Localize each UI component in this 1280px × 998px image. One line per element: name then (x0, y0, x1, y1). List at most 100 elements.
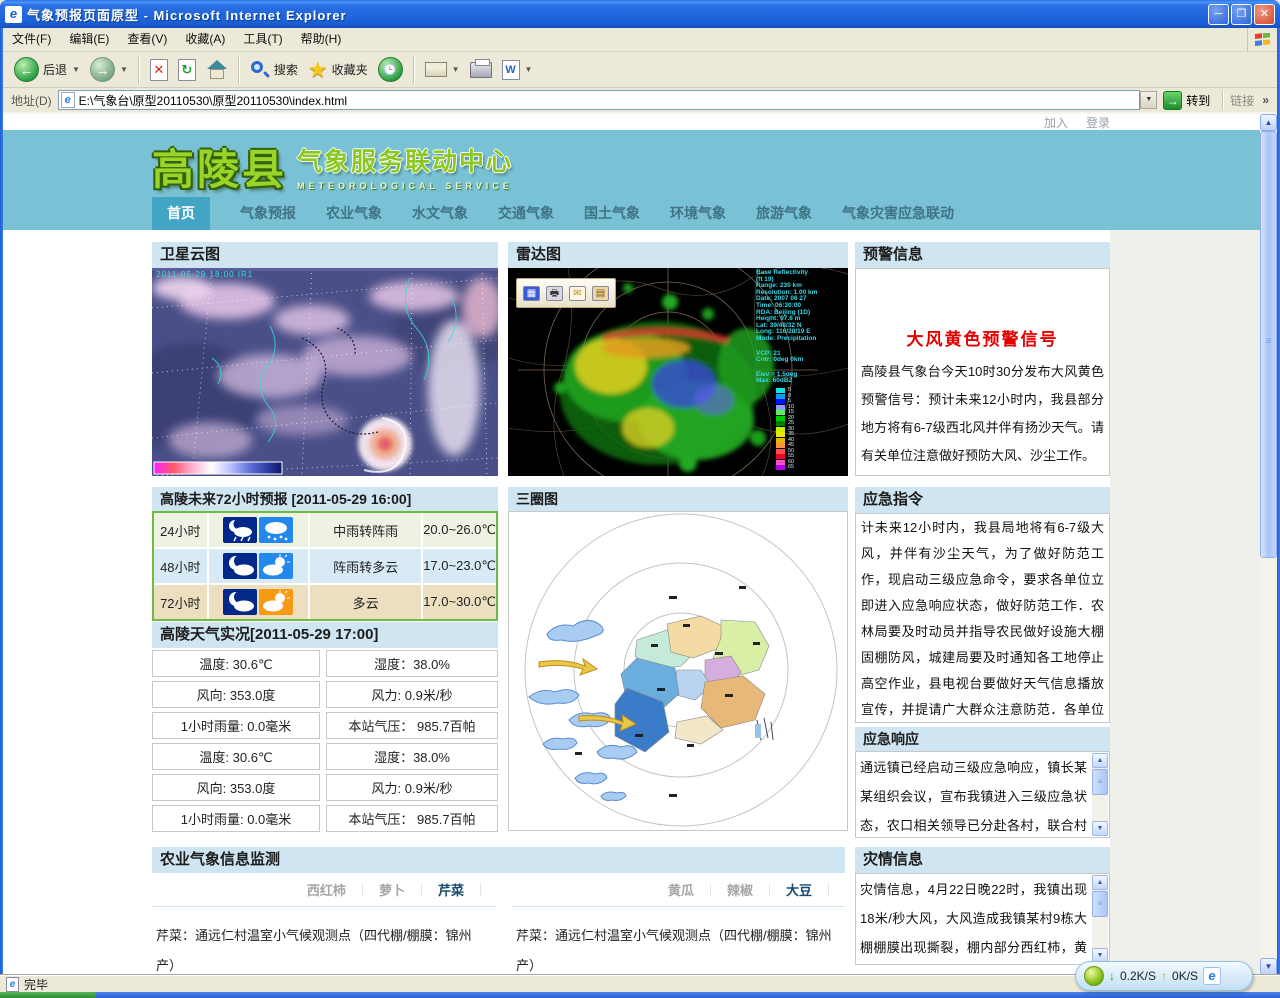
print-button[interactable] (465, 60, 497, 80)
current-weather-title: 高陵天气实况[2011-05-29 17:00] (152, 622, 498, 648)
humidity-value: 湿度：38.0% (326, 650, 498, 677)
nav-tourism[interactable]: 旅游气象 (756, 197, 812, 230)
disaster-panel: 灾情信息 灾情信息，4月22日晚22时，我镇出现18米/秒大风，大风造成我镇某村… (855, 847, 1110, 965)
radar-info-block: Base Reflectivity(ft 19) Range: 230 kmRe… (756, 270, 848, 385)
history-button[interactable]: 🕒 (373, 55, 408, 84)
tab-soybean[interactable]: 大豆 (786, 880, 812, 899)
response-scrollbar[interactable]: ▲ ▼ (1092, 753, 1108, 836)
menu-help[interactable]: 帮助(H) (292, 28, 351, 51)
minimize-button[interactable]: ─ (1208, 4, 1229, 25)
ie-app-icon: e (5, 6, 22, 23)
address-bar: 地址(D) e E:\气象台\原型20110530\原型20110530\ind… (3, 88, 1277, 114)
address-separator (1222, 90, 1224, 110)
scroll-up-icon[interactable]: ▲ (1092, 753, 1108, 768)
back-icon: ← (14, 57, 39, 82)
print-image-icon[interactable]: 🖶 (546, 286, 563, 301)
menu-view[interactable]: 查看(V) (118, 28, 176, 51)
command-text: 计未来12小时内，我县局地将有6-7级大风，并伴有沙尘天气，为了做好防范工作，现… (855, 513, 1110, 723)
forward-dropdown-icon[interactable]: ▼ (120, 65, 128, 74)
network-speed-widget[interactable]: ↓ 0.2K/S ↑ 0K/S e (1075, 961, 1253, 991)
edit-button[interactable]: W ▼ (497, 58, 538, 82)
scrollbar-thumb[interactable] (1092, 769, 1108, 795)
address-value: E:\气象台\原型20110530\原型20110530\index.html (79, 92, 1138, 109)
tab-cucumber[interactable]: 黄瓜 (668, 880, 694, 899)
scroll-up-icon[interactable]: ▲ (1092, 875, 1108, 890)
tab-pepper[interactable]: 辣椒 (727, 880, 753, 899)
window-title: 气象预报页面原型 - Microsoft Internet Explorer (27, 5, 1208, 24)
forecast-row-48h: 48小时 阵雨转多云 17.0~23.0℃ (154, 549, 496, 583)
edit-dropdown-icon[interactable]: ▼ (525, 65, 533, 74)
warning-panel: 预警信息 大风黄色预警信号 高陵县气象台今天10时30分发布大风黄色预警信号：预… (855, 242, 1110, 476)
menu-file[interactable]: 文件(F) (3, 28, 60, 51)
upload-arrow-icon: ↑ (1161, 969, 1167, 983)
taskbar[interactable] (0, 992, 1280, 998)
radar-legend: 5 0 5 10 15 20 25 30 35 40 45 50 55 60 6… (776, 388, 794, 471)
back-button[interactable]: ← 后退 ▼ (9, 55, 85, 84)
login-link[interactable]: 登录 (1086, 114, 1110, 131)
forward-icon: → (90, 57, 115, 82)
menu-tools[interactable]: 工具(T) (234, 28, 291, 51)
home-icon (206, 60, 228, 80)
scroll-down-icon[interactable]: ▼ (1260, 958, 1277, 975)
tab-radish[interactable]: 萝卜 (379, 880, 405, 899)
menu-edit[interactable]: 编辑(E) (60, 28, 118, 51)
warning-panel-title: 预警信息 (855, 242, 1110, 268)
response-text: 通远镇已经启动三级应急响应，镇长某某组织会议，宣布我镇进入三级应急状态，农口相关… (856, 752, 1109, 838)
windows-logo-icon (1247, 28, 1277, 51)
nav-weather-forecast[interactable]: 气象预报 (240, 197, 296, 230)
tab-celery[interactable]: 芹菜 (438, 880, 464, 899)
nav-disaster-linkage[interactable]: 气象灾害应急联动 (842, 197, 954, 230)
nav-environment[interactable]: 环境气象 (670, 197, 726, 230)
stop-button[interactable]: ✕ (145, 57, 173, 83)
forward-button[interactable]: → ▼ (85, 55, 133, 84)
menu-bar: 文件(F) 编辑(E) 查看(V) 收藏(A) 工具(T) 帮助(H) (3, 28, 1277, 52)
refresh-button[interactable]: ↻ (173, 57, 201, 83)
mail-button[interactable]: ▼ (420, 60, 465, 79)
warning-headline: 大风黄色预警信号 (856, 325, 1109, 350)
scrollbar-thumb[interactable] (1092, 891, 1108, 917)
join-link[interactable]: 加入 (1044, 114, 1068, 131)
download-arrow-icon: ↓ (1109, 969, 1115, 983)
address-label: 地址(D) (11, 92, 52, 109)
main-scrollbar[interactable]: ▲ ▼ (1260, 114, 1277, 975)
links-chevron-icon[interactable]: » (1262, 93, 1269, 107)
site-header: 高陵县 气象服务联动中心 METEOROLOGICAL SERVICE 首页 气… (3, 130, 1260, 230)
current-weather-grid: 温度: 30.6℃ 湿度：38.0% 风向: 353.0度 风力: 0.9米/秒… (152, 650, 498, 832)
address-dropdown-button[interactable]: ▼ (1140, 91, 1157, 109)
favorites-button[interactable]: ★ 收藏夹 (303, 58, 373, 82)
home-button[interactable] (201, 58, 233, 82)
nav-land[interactable]: 国土气象 (584, 197, 640, 230)
mail-image-icon[interactable]: ✉ (569, 286, 586, 301)
nav-agriculture[interactable]: 农业气象 (326, 197, 382, 230)
ie-shortcut-icon[interactable]: e (1203, 967, 1221, 985)
menu-favorites[interactable]: 收藏(A) (176, 28, 234, 51)
scroll-up-icon[interactable]: ▲ (1260, 114, 1277, 131)
three-circle-title: 三圈图 (508, 487, 848, 511)
links-label[interactable]: 链接 (1230, 92, 1254, 109)
save-image-icon[interactable]: ▦ (523, 286, 540, 301)
page-right-filler (1110, 230, 1260, 975)
close-button[interactable]: ✕ (1254, 4, 1275, 25)
scrollbar-thumb[interactable] (1260, 131, 1277, 558)
nav-hydrology[interactable]: 水文气象 (412, 197, 468, 230)
page-ie-icon: e (61, 92, 75, 108)
nav-home[interactable]: 首页 (152, 197, 210, 230)
restore-button[interactable]: ❐ (1231, 4, 1252, 25)
humidity-value: 湿度：38.0% (326, 743, 498, 770)
back-dropdown-icon[interactable]: ▼ (72, 65, 80, 74)
tab-tomato[interactable]: 西红柿 (307, 880, 346, 899)
agriculture-tabs: 西红柿｜ 萝卜｜ 芹菜｜ 黄瓜｜ 辣椒｜ 大豆｜ (152, 873, 845, 907)
logo-county-name: 高陵县 (152, 136, 287, 197)
start-button-edge[interactable] (0, 992, 96, 998)
disaster-scrollbar[interactable]: ▲ ▼ (1092, 875, 1108, 963)
rainfall-value: 1小时雨量: 0.0毫米 (152, 805, 320, 832)
scroll-down-icon[interactable]: ▼ (1092, 821, 1108, 836)
go-button[interactable]: → 转到 (1163, 91, 1210, 110)
search-button[interactable]: 搜索 (245, 58, 303, 82)
open-folder-icon[interactable]: ▤ (592, 286, 609, 301)
security-globe-icon[interactable] (1084, 966, 1104, 986)
nav-traffic[interactable]: 交通气象 (498, 197, 554, 230)
temperature-value: 温度: 30.6℃ (152, 743, 320, 770)
address-input[interactable]: e E:\气象台\原型20110530\原型20110530\index.htm… (58, 90, 1141, 110)
mail-dropdown-icon[interactable]: ▼ (452, 65, 460, 74)
